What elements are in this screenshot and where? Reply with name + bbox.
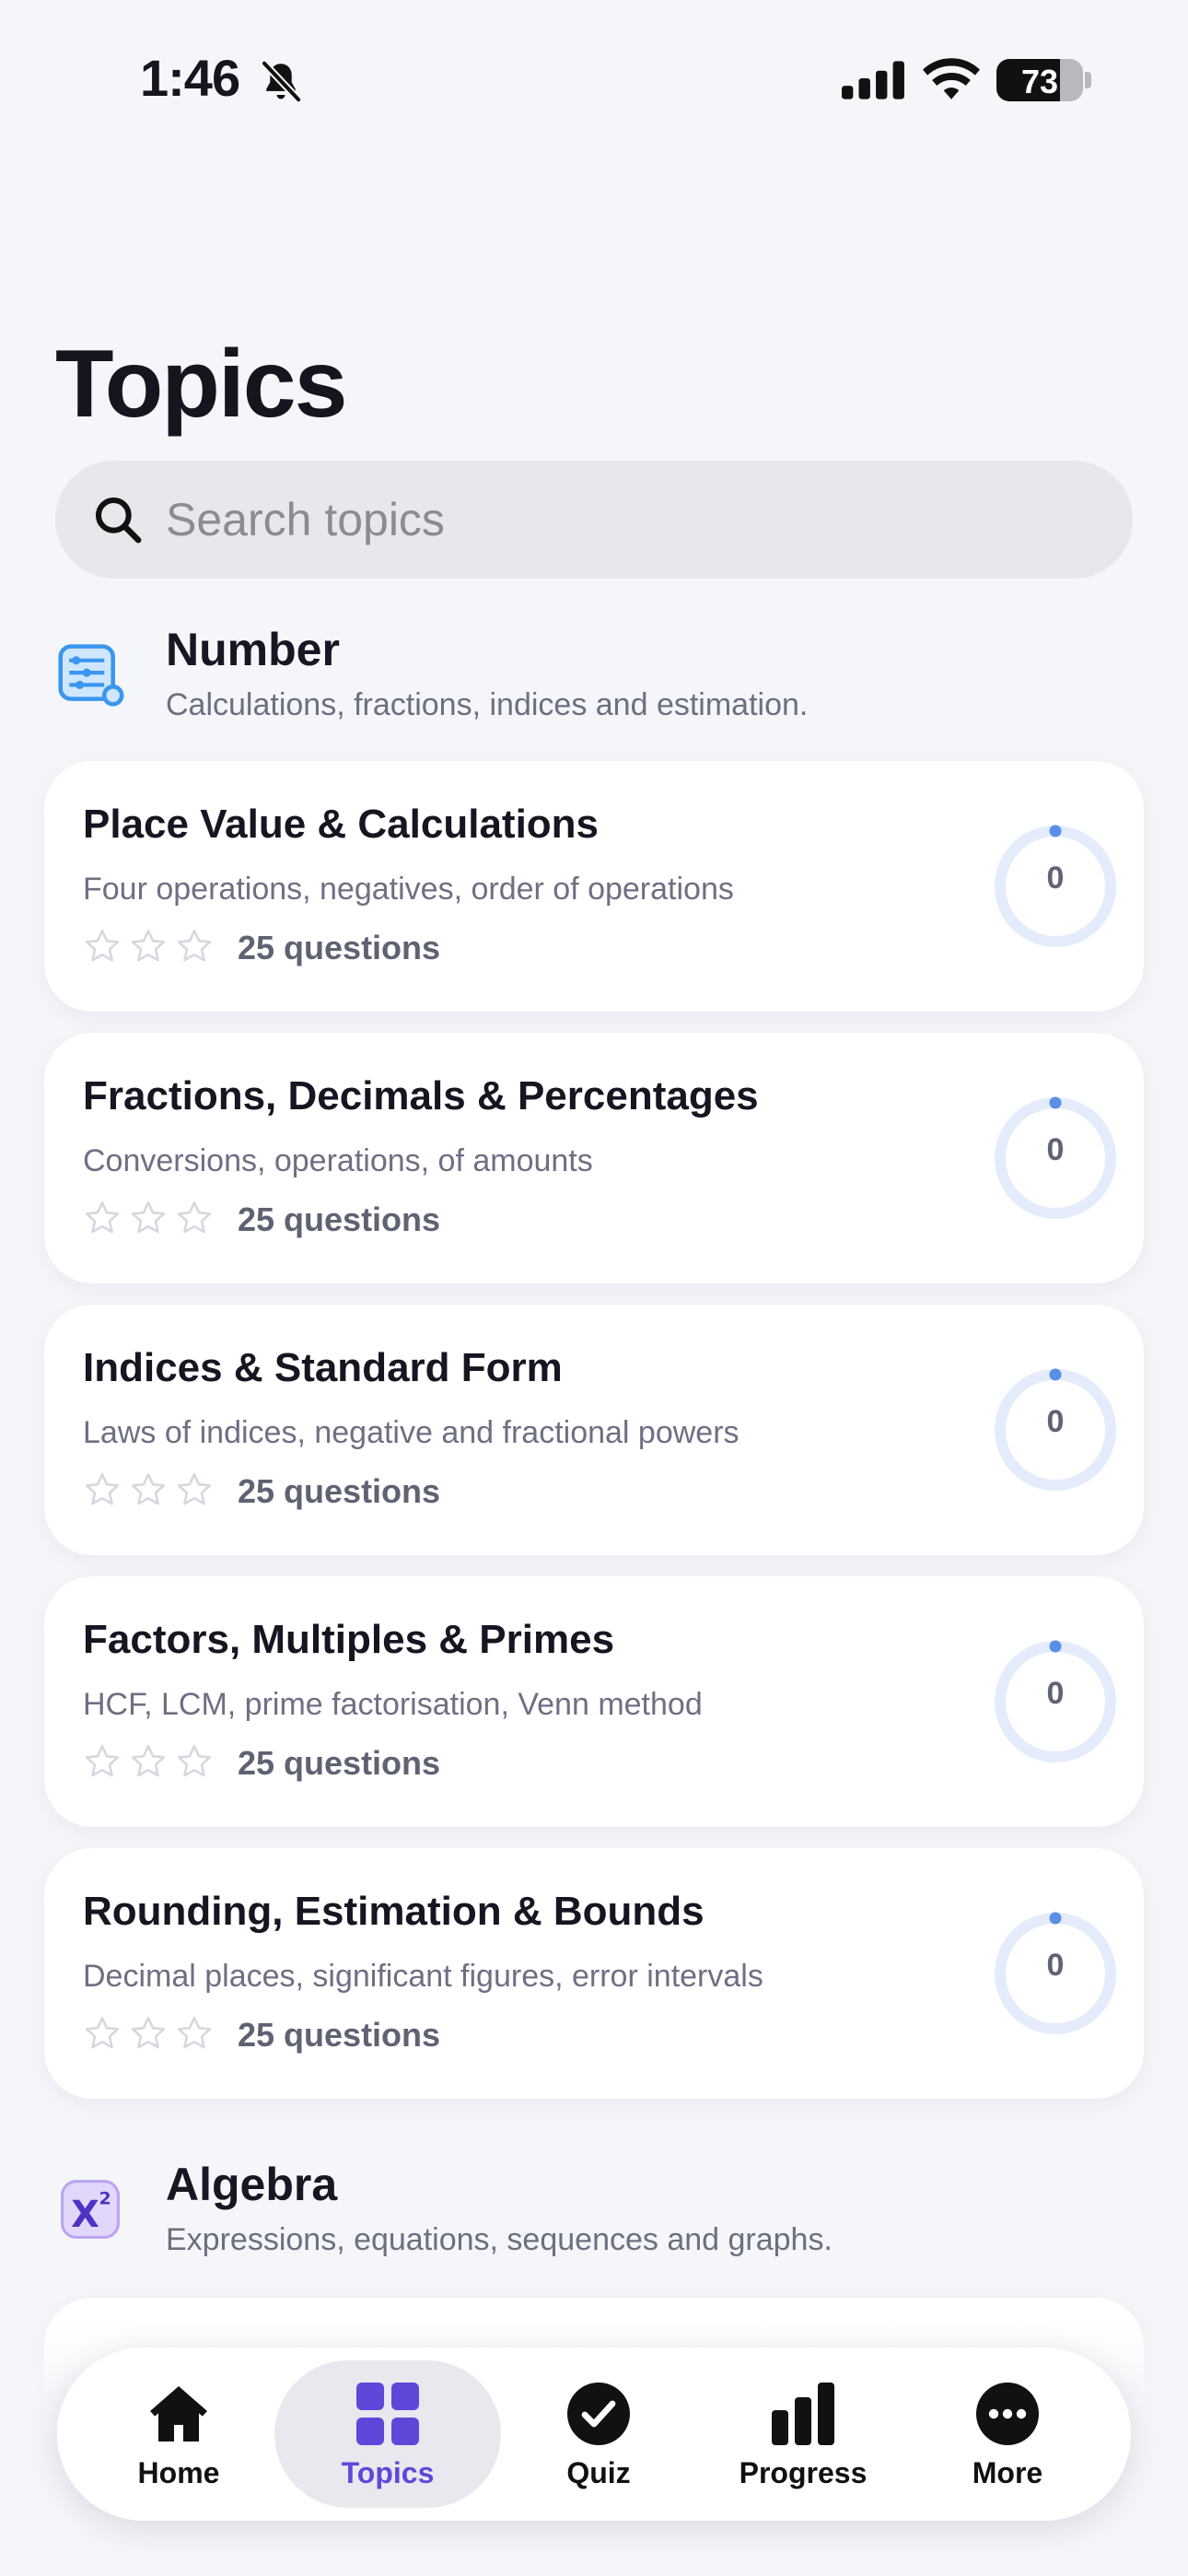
star-icon [85,1473,120,1505]
topic-title: Place Value & Calculations [83,802,600,847]
search-input[interactable] [166,479,1105,560]
topic-description: HCF, LCM, prime factorisation, Venn meth… [83,1687,703,1722]
star-icon [85,2017,120,2049]
topic-title: Fractions, Decimals & Percentages [83,1073,759,1118]
question-count: 25 questions [238,1472,441,1510]
status-bar: 1:46 73 [0,0,1188,157]
topic-title: Factors, Multiples & Primes [83,1617,615,1662]
tab-label: Quiz [566,2456,631,2489]
section-title: Algebra [166,2159,338,2210]
star-icon [131,930,166,962]
wifi-icon [923,58,980,100]
bell-slash-icon [260,59,303,104]
battery-percent: 73 [1020,63,1059,100]
topic-card-factors[interactable]: Factors, Multiples & Primes HCF, LCM, pr… [44,1576,1144,1827]
grid-icon [356,2383,419,2445]
star-icon [177,1201,212,1234]
tab-topics[interactable]: Topics [274,2360,501,2508]
section-header-number: Number Calculations, fractions, indices … [55,623,1133,743]
star-rating [83,1470,221,1511]
star-icon [85,1201,120,1234]
star-icon [85,930,120,962]
search-bar[interactable] [55,461,1133,579]
progress-value: 0 [1046,1132,1065,1167]
progress-value: 0 [1046,861,1065,896]
x-squared-icon: X 2 [61,2180,120,2239]
tab-label: Home [137,2456,220,2489]
star-icon [177,2017,212,2049]
question-count: 25 questions [238,1744,441,1782]
star-icon [177,930,212,962]
star-rating [83,927,221,967]
topic-title: Indices & Standard Form [83,1345,563,1390]
tab-label: More [972,2456,1043,2489]
home-icon [150,2386,207,2441]
section-title: Number [166,624,340,675]
battery-indicator: 73 [996,59,1083,101]
star-icon [177,1473,212,1505]
tab-quiz[interactable]: Quiz [495,2360,702,2508]
star-icon [131,1745,166,1777]
question-count: 25 questions [238,2016,441,2054]
star-rating [83,2014,221,2055]
star-rating [83,1199,221,1239]
status-time: 1:46 [140,49,240,107]
progress-value: 0 [1046,1404,1065,1439]
topic-description: Conversions, operations, of amounts [83,1143,593,1178]
topic-card-rounding[interactable]: Rounding, Estimation & Bounds Decimal pl… [44,1848,1144,2099]
topic-description: Laws of indices, negative and fractional… [83,1415,740,1450]
svg-text:X: X [71,2194,99,2236]
section-subtitle: Expressions, equations, sequences and gr… [166,2222,833,2257]
battery-nub [1085,72,1091,88]
star-icon [131,1473,166,1505]
question-count: 25 questions [238,1200,441,1238]
topic-title: Rounding, Estimation & Bounds [83,1889,705,1934]
star-icon [85,1745,120,1777]
topic-description: Four operations, negatives, order of ope… [83,872,734,907]
tab-progress[interactable]: Progress [700,2360,906,2508]
tab-label: Progress [739,2456,868,2489]
tab-home[interactable]: Home [76,2360,282,2508]
star-rating [83,1742,221,1783]
section-subtitle: Calculations, fractions, indices and est… [166,687,809,722]
star-icon [131,1201,166,1234]
topic-card-place-value[interactable]: Place Value & Calculations Four operatio… [44,761,1144,1012]
star-icon [131,2017,166,2049]
bar-chart-icon [772,2383,834,2445]
page-title: Topics [55,331,347,438]
question-count: 25 questions [238,929,441,966]
star-icon [177,1745,212,1777]
svg-text:2: 2 [99,2188,111,2208]
tab-label: Topics [341,2456,435,2489]
tab-bar: Home Topics Quiz Progress More [57,2348,1131,2521]
topics-screen: 1:46 73 Topics Search topics Number Calc… [0,0,1188,2576]
tab-more[interactable]: More [904,2360,1111,2508]
cellular-signal-icon [842,61,904,100]
progress-value: 0 [1046,1948,1065,1983]
topic-card-indices[interactable]: Indices & Standard Form Laws of indices,… [44,1305,1144,1555]
check-circle-icon [567,2383,630,2445]
abacus-icon [58,644,124,707]
search-icon [95,497,142,544]
topic-description: Decimal places, significant figures, err… [83,1959,763,1994]
section-header-algebra: X 2 Algebra Expressions, equations, sequ… [55,2158,1133,2277]
more-icon [976,2383,1039,2445]
topic-card-fractions[interactable]: Fractions, Decimals & Percentages Conver… [44,1033,1144,1283]
progress-value: 0 [1046,1676,1065,1711]
